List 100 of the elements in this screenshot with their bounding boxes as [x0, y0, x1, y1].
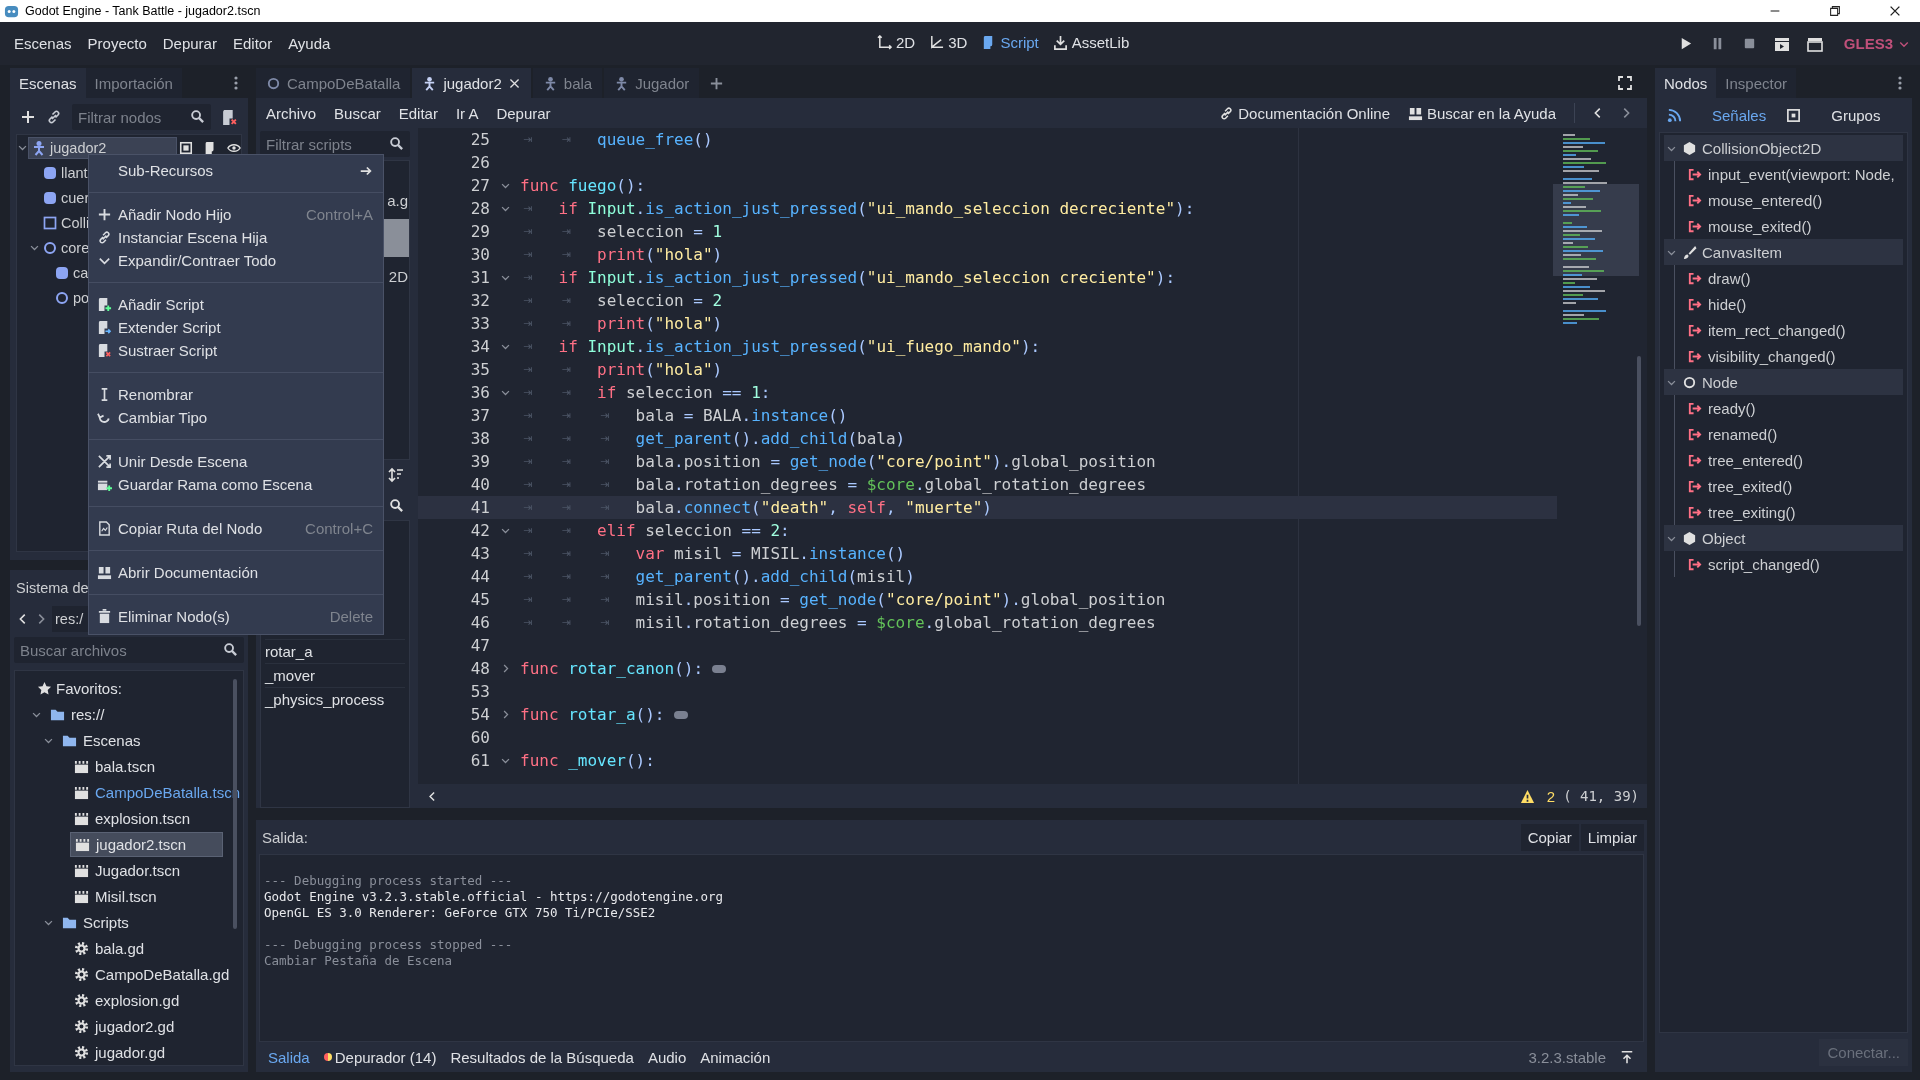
menu-item[interactable]: Depurar: [488, 100, 559, 126]
maximize-icon[interactable]: [1828, 4, 1842, 18]
menu-item[interactable]: Copiar Ruta del Nodo Control+C: [89, 517, 383, 540]
signal-item[interactable]: hide(): [1675, 291, 1903, 317]
script-icon[interactable]: [203, 140, 217, 155]
class-header[interactable]: CollisionObject2D: [1664, 135, 1903, 161]
workspace-tab[interactable]: 2D: [872, 31, 921, 54]
menu-item[interactable]: Buscar: [326, 100, 389, 126]
signal-item[interactable]: renamed(): [1675, 421, 1903, 447]
method-item[interactable]: rotar_a: [265, 639, 405, 663]
fullscreen-icon[interactable]: [1617, 75, 1633, 91]
scrollbar[interactable]: [1637, 356, 1641, 626]
menu-item[interactable]: Instanciar Escena Hija: [89, 226, 383, 249]
workspace-tab[interactable]: 3D: [924, 31, 973, 54]
signal-item[interactable]: input_event(viewport: Node,: [1675, 161, 1903, 187]
signal-item[interactable]: tree_exiting(): [1675, 499, 1903, 525]
mode-tab[interactable]: Grupos: [1778, 106, 1893, 124]
workspace-tab[interactable]: Script: [976, 31, 1044, 54]
menu-item[interactable]: Eliminar Nodo(s) Delete: [89, 605, 383, 628]
menu-item[interactable]: Extender Script: [89, 316, 383, 339]
menu-item[interactable]: Ir A: [447, 100, 487, 126]
close-icon[interactable]: [1888, 4, 1902, 18]
warning-count[interactable]: 2: [1546, 787, 1556, 805]
class-header[interactable]: CanvasItem: [1664, 239, 1903, 265]
file-item[interactable]: bala.gd: [70, 935, 223, 961]
menu-item[interactable]: Renombrar: [89, 383, 383, 406]
menu-item[interactable]: Unir Desde Escena: [89, 450, 383, 473]
mode-tab[interactable]: Señales: [1659, 106, 1779, 124]
signal-item[interactable]: item_rect_changed(): [1675, 317, 1903, 343]
workspace-tab[interactable]: AssetLib: [1047, 31, 1135, 54]
bottom-tab[interactable]: Resultados de la Búsqueda: [443, 1045, 641, 1069]
file-item[interactable]: Jugador.tscn: [70, 857, 223, 883]
file-item[interactable]: jugador2.tscn: [70, 831, 223, 857]
group-icon[interactable]: [179, 140, 193, 155]
menu-item[interactable]: Editor: [224, 31, 281, 56]
menu-item[interactable]: Depurar: [154, 31, 225, 56]
search-icon[interactable]: [389, 497, 404, 513]
output-button[interactable]: Copiar: [1520, 823, 1579, 851]
tree-item[interactable]: cuer: [40, 186, 92, 209]
scene-tab[interactable]: jugador2: [412, 68, 531, 98]
file-item[interactable]: explosion.tscn: [70, 805, 223, 831]
method-item[interactable]: _mover: [265, 663, 405, 687]
file-item[interactable]: explosion.gd: [70, 987, 223, 1013]
signal-item[interactable]: mouse_exited(): [1675, 213, 1903, 239]
filter-field[interactable]: Filtrar scripts: [260, 131, 410, 157]
menu-item[interactable]: Cambiar Tipo: [89, 406, 383, 429]
menu-item[interactable]: Sub-Recursos: [89, 159, 383, 182]
pin-icon[interactable]: [1620, 1050, 1634, 1064]
menu-item[interactable]: Editar: [390, 100, 446, 126]
signal-item[interactable]: tree_entered(): [1675, 447, 1903, 473]
file-item[interactable]: jugador.gd: [70, 1039, 223, 1065]
add-tab-icon[interactable]: [709, 75, 725, 91]
menu-item[interactable]: Proyecto: [79, 31, 155, 56]
dock-tab[interactable]: Importación: [85, 68, 182, 98]
dock-tab[interactable]: Escenas: [10, 68, 86, 98]
scene-tab[interactable]: CampoDeBatalla: [256, 68, 411, 98]
help-link[interactable]: Documentación Online: [1211, 101, 1398, 125]
menu-item[interactable]: Escenas: [6, 31, 80, 56]
close-icon[interactable]: [507, 76, 521, 90]
tree-item[interactable]: po: [52, 286, 92, 309]
code-editor[interactable]: [418, 128, 1647, 784]
bottom-tab[interactable]: Salida: [261, 1045, 317, 1069]
file-item[interactable]: Scripts: [58, 909, 223, 935]
search-field[interactable]: Buscar archivos: [14, 637, 244, 663]
file-item[interactable]: jugador2.gd: [70, 1013, 223, 1039]
menu-item[interactable]: Guardar Rama como Escena: [89, 473, 383, 496]
tree-item[interactable]: llant: [40, 161, 90, 184]
file-item[interactable]: Misil.tscn: [70, 883, 223, 909]
menu-item[interactable]: Abrir Documentación: [89, 561, 383, 584]
dock-tab[interactable]: Nodos: [1655, 68, 1717, 98]
menu-item[interactable]: Ayuda: [280, 31, 339, 56]
method-item[interactable]: _physics_process: [265, 687, 405, 711]
scene-tab[interactable]: Jugador: [604, 68, 700, 98]
help-link[interactable]: Buscar en la Ayuda: [1400, 101, 1564, 125]
signal-item[interactable]: tree_exited(): [1675, 473, 1903, 499]
file-item[interactable]: Escenas: [58, 727, 223, 753]
menu-item[interactable]: Añadir Script: [89, 293, 383, 316]
signal-item[interactable]: mouse_entered(): [1675, 187, 1903, 213]
menu-item[interactable]: Archivo: [258, 100, 325, 126]
file-item[interactable]: CampoDeBatalla.tscn: [70, 779, 243, 805]
signal-item[interactable]: ready(): [1675, 395, 1903, 421]
add-icon[interactable]: [20, 109, 36, 125]
file-item[interactable]: bala.tscn: [70, 753, 223, 779]
tree-item[interactable]: core: [40, 236, 92, 259]
file-item[interactable]: res://: [46, 701, 223, 727]
menu-item[interactable]: Sustraer Script: [89, 339, 383, 362]
scene-tab[interactable]: bala: [532, 68, 603, 98]
dock-tab[interactable]: Inspector: [1716, 68, 1797, 98]
link-icon[interactable]: [46, 109, 62, 125]
file-item[interactable]: CampoDeBatalla.gd: [70, 961, 234, 987]
menu-item[interactable]: Expandir/Contraer Todo: [89, 249, 383, 272]
signal-item[interactable]: script_changed(): [1675, 551, 1903, 577]
tree-item[interactable]: ca: [52, 261, 91, 284]
signal-item[interactable]: draw(): [1675, 265, 1903, 291]
bottom-tab[interactable]: Animación: [693, 1045, 778, 1069]
signal-item[interactable]: visibility_changed(): [1675, 343, 1903, 369]
filter-field[interactable]: Filtrar nodos: [72, 104, 211, 130]
tree-item[interactable]: Colli: [40, 211, 92, 234]
menu-item[interactable]: Añadir Nodo Hijo Control+A: [89, 203, 383, 226]
bottom-tab[interactable]: Depurador (14): [316, 1045, 444, 1069]
